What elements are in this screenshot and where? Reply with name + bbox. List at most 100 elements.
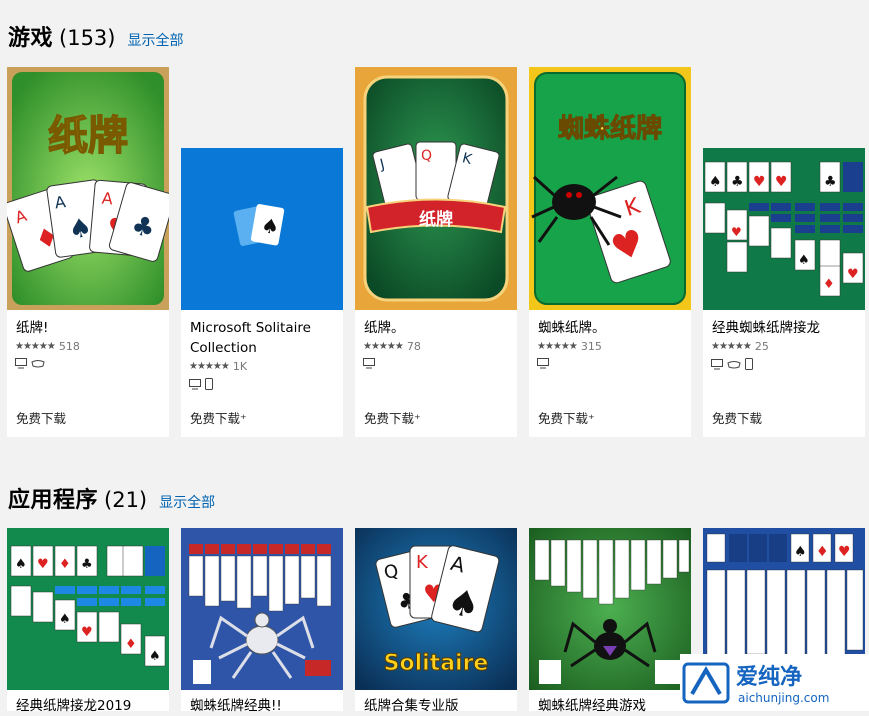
apps-section-count: (21) — [104, 488, 148, 512]
svg-text:♦: ♦ — [125, 637, 137, 652]
games-section-header: 游戏 (153) 显示全部 — [8, 20, 183, 52]
game-card-1-platforms — [15, 358, 45, 369]
svg-text:♦: ♦ — [823, 277, 835, 292]
game-card-3-name: 纸牌。 — [364, 320, 405, 336]
game-card-5[interactable]: ♠ ♣ ♥ ♥ ♣ ♥ ♠ ♦ ♥ 经典蜘蛛纸牌接龙 ★★★★★ 25 免费下载 — [703, 148, 865, 437]
svg-text:♥: ♥ — [838, 544, 851, 560]
game-card-4-price: 免费下载⁺ — [538, 411, 595, 426]
games-section-count: (153) — [59, 26, 116, 50]
game-card-2-rating: ★★★★★ 1K — [189, 360, 247, 373]
app-card-3-name: 纸牌合集专业版 — [364, 698, 459, 714]
pc-icon — [711, 358, 723, 369]
game-card-4[interactable]: 蜘蛛纸牌 K ♥ 蜘蛛纸牌。 ★★★★★ 315 免费下载⁺ — [529, 67, 691, 437]
svg-text:♠: ♠ — [59, 612, 71, 627]
game-card-1-thumbnail: 纸牌 A♦ A♠ A♥ ♣ — [7, 67, 169, 310]
game-card-3[interactable]: J Q K 纸牌 纸牌。 ★★★★★ 78 免费下载⁺ — [355, 67, 517, 437]
svg-text:♠: ♠ — [149, 649, 161, 664]
app-card-1[interactable]: ♠ ♥ ♦ ♣ ♠ ♥ ♦ ♠ 经典纸牌接龙2019 — [7, 528, 169, 714]
rating-count: 25 — [754, 340, 769, 353]
svg-text:♥: ♥ — [731, 225, 742, 239]
rating-count: 518 — [58, 340, 80, 353]
svg-text:♥: ♥ — [753, 174, 766, 190]
star-rating-icon: ★★★★★ — [15, 341, 56, 352]
game-card-4-rating: ★★★★★ 315 — [537, 340, 602, 353]
game-card-3-platforms — [363, 358, 375, 369]
app-card-1-name: 经典纸牌接龙2019 — [16, 698, 132, 714]
star-rating-icon: ★★★★★ — [189, 361, 230, 372]
svg-text:♠: ♠ — [794, 544, 807, 560]
game-card-2-price: 免费下载⁺ — [190, 411, 247, 426]
app-card-3-art-title: Solitaire — [384, 651, 489, 676]
pc-icon — [537, 358, 549, 369]
apps-show-all-link[interactable]: 显示全部 — [159, 492, 215, 512]
app-card-4-thumbnail — [529, 528, 691, 690]
game-card-5-price: 免费下载 — [712, 411, 763, 426]
svg-text:♣: ♣ — [824, 174, 837, 190]
svg-text:♣: ♣ — [731, 174, 744, 190]
svg-text:♠: ♠ — [798, 253, 810, 268]
game-card-3-thumbnail: J Q K 纸牌 — [355, 67, 517, 310]
app-card-3-thumbnail: Q ♣ K ♥ A ♠ Solitaire — [355, 528, 517, 690]
svg-text:♠: ♠ — [15, 557, 27, 572]
watermark-url: aichunjing.com — [738, 691, 829, 705]
game-card-4-thumbnail: 蜘蛛纸牌 K ♥ — [529, 67, 691, 310]
game-card-2-platforms — [189, 378, 213, 390]
game-card-2[interactable]: ♠ Microsoft Solitaire Collection ★★★★★ 1… — [181, 148, 343, 437]
svg-text:♣: ♣ — [81, 557, 93, 572]
app-card-2-name: 蜘蛛纸牌经典!! — [190, 698, 282, 714]
app-card-2[interactable]: 蜘蛛纸牌经典!! — [181, 528, 343, 714]
game-card-4-name: 蜘蛛纸牌。 — [538, 320, 606, 336]
star-rating-icon: ★★★★★ — [363, 341, 404, 352]
watermark-brand: 爱纯净 — [736, 664, 802, 690]
games-section-title: 游戏 — [8, 26, 54, 51]
games-show-all-link[interactable]: 显示全部 — [127, 30, 183, 50]
game-card-3-art-title: 纸牌 — [419, 209, 453, 230]
game-card-5-name: 经典蜘蛛纸牌接龙 — [712, 320, 820, 336]
rating-count: 1K — [232, 360, 248, 373]
app-card-4[interactable]: 蜘蛛纸牌经典游戏 — [529, 528, 691, 714]
svg-text:♦: ♦ — [59, 557, 71, 572]
game-card-4-platforms — [537, 358, 549, 369]
game-card-5-thumbnail: ♠ ♣ ♥ ♥ ♣ ♥ ♠ ♦ ♥ — [703, 148, 865, 310]
app-card-3[interactable]: Q ♣ K ♥ A ♠ Solitaire 纸牌合集专业版 — [355, 528, 517, 714]
game-card-1-price: 免费下载 — [16, 411, 67, 426]
game-card-2-name: Microsoft Solitaire Collection — [190, 320, 311, 356]
svg-text:♥: ♥ — [81, 625, 93, 640]
app-card-4-name: 蜘蛛纸牌经典游戏 — [538, 698, 646, 714]
svg-text:♥: ♥ — [37, 557, 49, 572]
game-card-1[interactable]: 纸牌 A♦ A♠ A♥ ♣ 纸牌! ★★★★★ 518 免费下载 — [7, 67, 169, 437]
watermark: 爱纯净 aichunjing.com — [680, 654, 869, 711]
hololens-icon — [727, 360, 741, 368]
game-card-1-name: 纸牌! — [16, 320, 49, 336]
hololens-icon — [31, 360, 45, 368]
game-card-5-platforms — [711, 358, 753, 370]
pc-icon — [363, 358, 375, 369]
rating-count: 78 — [406, 340, 421, 353]
game-card-3-rating: ★★★★★ 78 — [363, 340, 421, 353]
pc-icon — [189, 378, 201, 389]
rating-count: 315 — [580, 340, 602, 353]
app-card-1-thumbnail: ♠ ♥ ♦ ♣ ♠ ♥ ♦ ♠ — [7, 528, 169, 690]
mobile-icon — [745, 358, 753, 370]
star-rating-icon: ★★★★★ — [537, 341, 578, 352]
svg-text:Q: Q — [421, 148, 432, 164]
svg-text:♥: ♥ — [847, 267, 859, 282]
game-card-1-rating: ★★★★★ 518 — [15, 340, 80, 353]
svg-text:♦: ♦ — [816, 544, 829, 560]
game-card-3-price: 免费下载⁺ — [364, 411, 421, 426]
svg-text:K: K — [416, 552, 429, 573]
apps-section-title: 应用程序 — [8, 488, 99, 513]
game-card-5-rating: ★★★★★ 25 — [711, 340, 769, 353]
pc-icon — [15, 358, 27, 369]
star-rating-icon: ★★★★★ — [711, 341, 752, 352]
game-card-1-art-title: 纸牌 — [48, 113, 128, 159]
game-card-2-thumbnail: ♠ — [181, 148, 343, 310]
apps-section-header: 应用程序 (21) 显示全部 — [8, 482, 215, 514]
watermark-logo-icon: 爱纯净 aichunjing.com — [682, 662, 829, 705]
svg-text:♠: ♠ — [709, 174, 722, 190]
svg-text:♥: ♥ — [775, 174, 788, 190]
game-card-4-art-title: 蜘蛛纸牌 — [558, 113, 662, 144]
svg-text:A: A — [101, 189, 114, 209]
app-card-2-thumbnail — [181, 528, 343, 690]
mobile-icon — [205, 378, 213, 390]
